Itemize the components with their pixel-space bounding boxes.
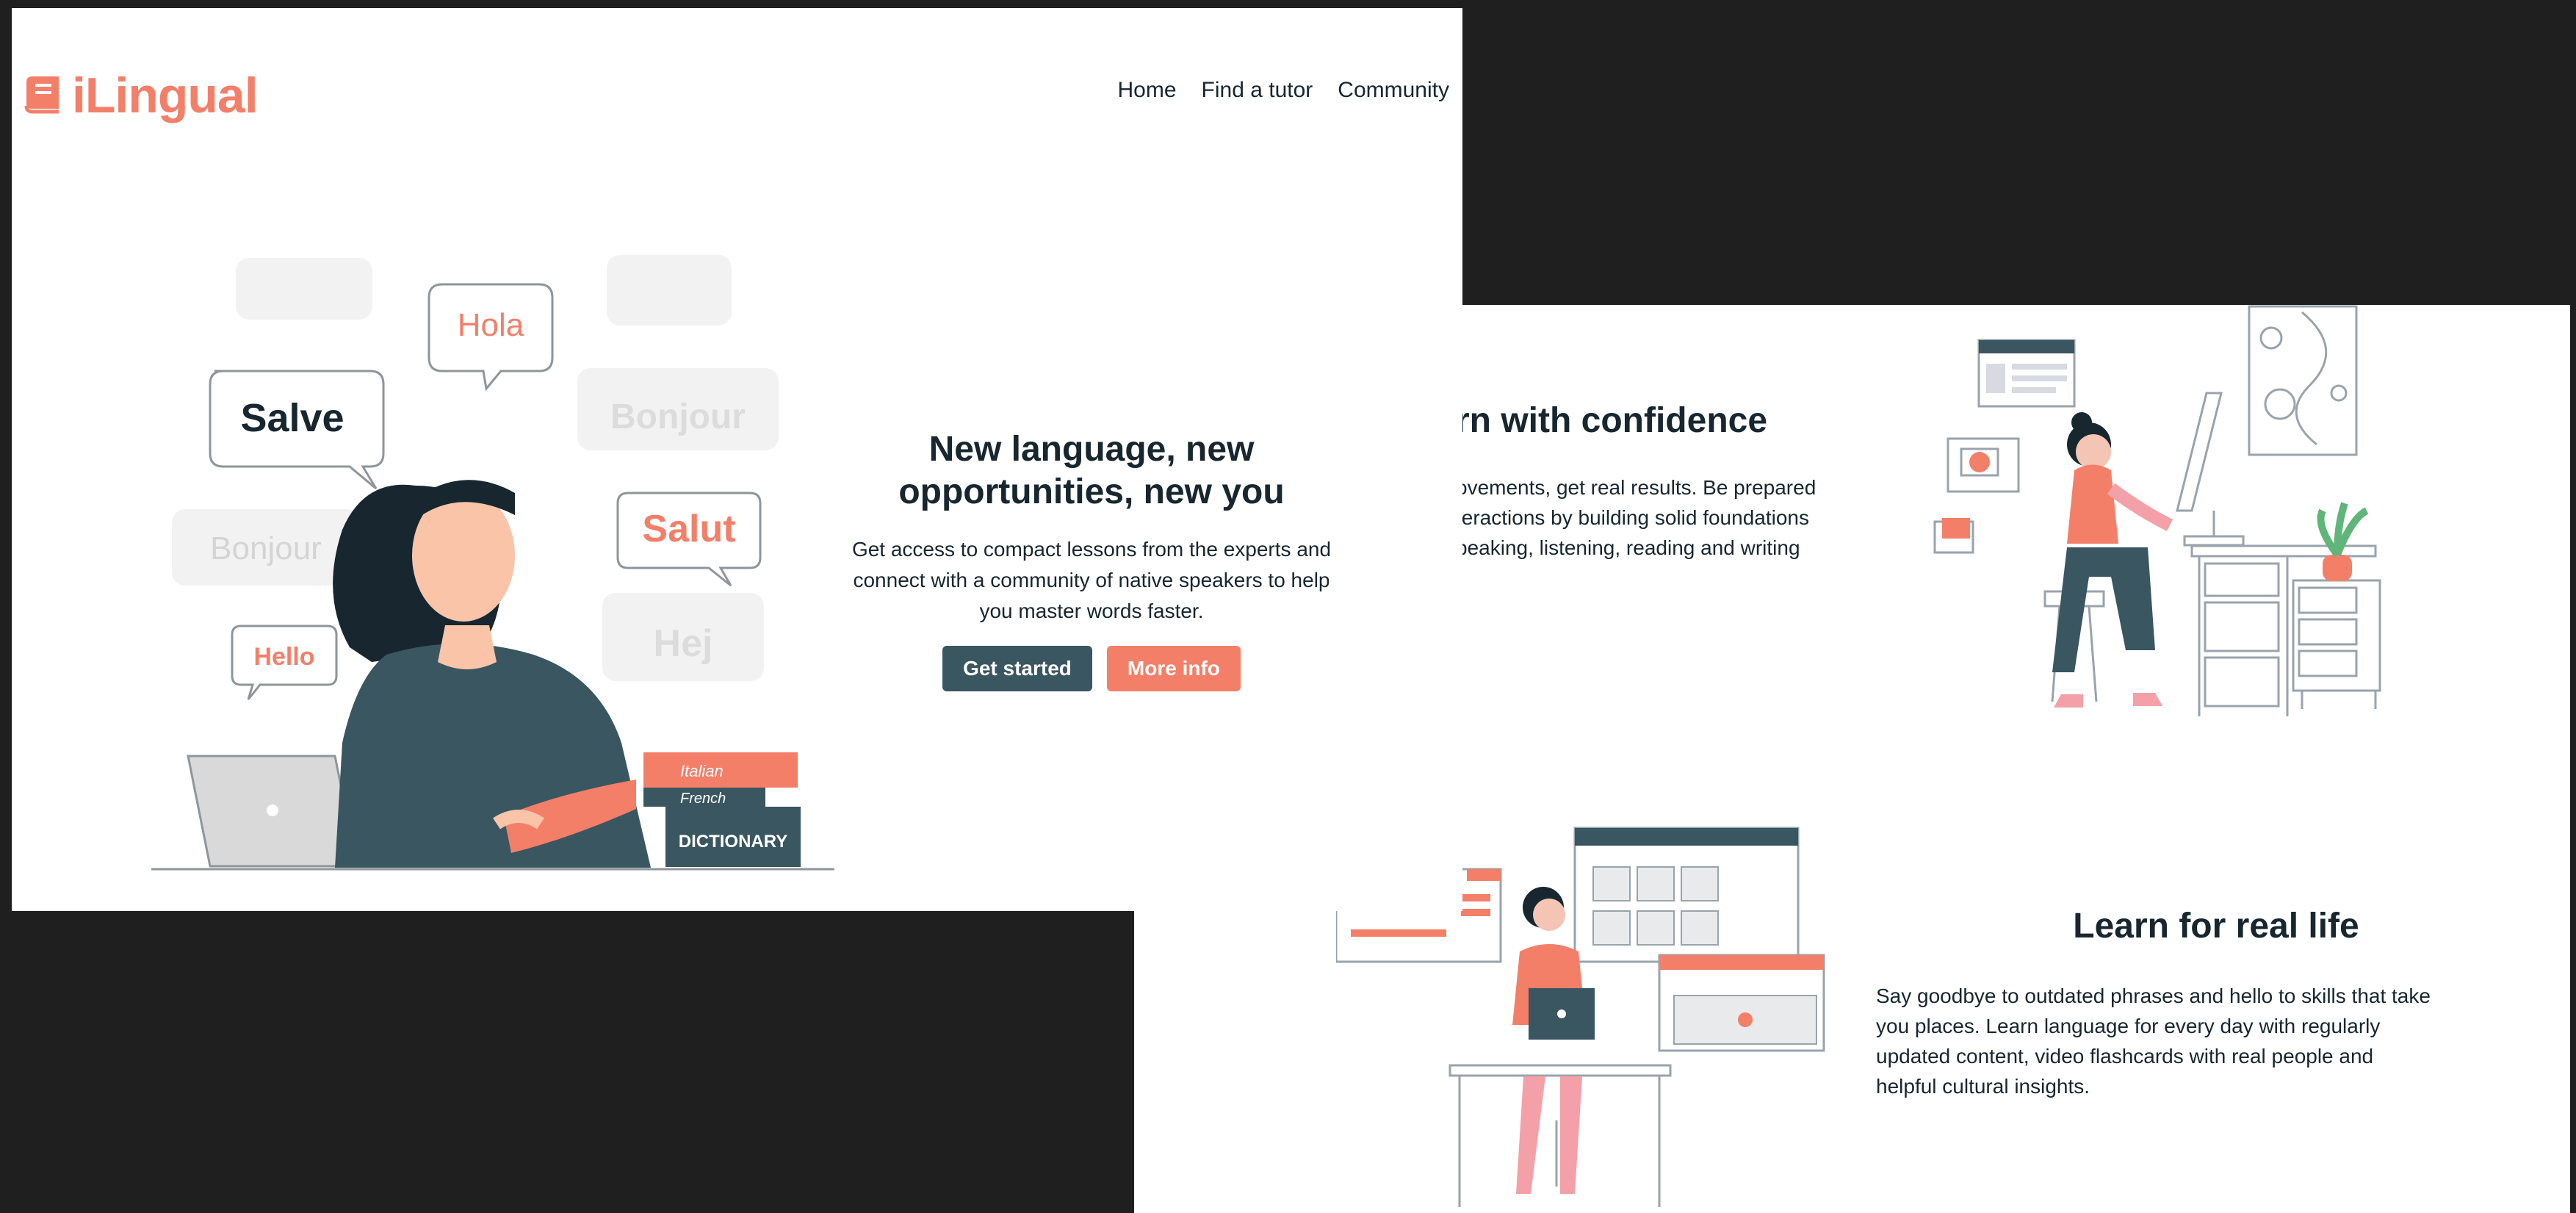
nav-home[interactable]: Home [1118, 78, 1177, 103]
feature-real-life-title: Learn for real life [2073, 907, 2359, 946]
bubble-salut: Salut [642, 508, 735, 550]
feature-confidence-title: rn with confidence [1456, 401, 1768, 440]
book-french: French [680, 791, 726, 807]
book-dictionary: DICTIONARY [679, 832, 787, 852]
hero-title: New language, new opportunities, new you [898, 430, 1285, 511]
main-nav: Home Find a tutor Community [1118, 78, 1449, 103]
nav-find-a-tutor[interactable]: Find a tutor [1202, 78, 1313, 103]
hero-section: New language, new opportunities, new you… [834, 428, 1349, 691]
bubble-hej: Hej [654, 622, 713, 665]
landing-window: iLingual Home Find a tutor Community Bon… [12, 8, 1462, 911]
hero-buttons: Get started More info [834, 646, 1349, 691]
woman-reading-illustration: Bonjour Bonjour Hej Hola Salve Salut Hel… [151, 255, 834, 871]
book-italian: Italian [680, 762, 724, 780]
hero-description: Get access to compact lessons from the e… [851, 538, 1332, 622]
brand-name: iLingual [72, 68, 259, 123]
logo[interactable]: iLingual [22, 67, 259, 124]
bubble-hello: Hello [253, 643, 314, 671]
bubble-hola: Hola [458, 307, 524, 343]
bubble-bonjour-faded: Bonjour [610, 397, 746, 436]
nav-community[interactable]: Community [1338, 78, 1449, 103]
bubble-salve: Salve [240, 396, 344, 440]
bubble-bonjour-left: Bonjour [210, 530, 322, 566]
get-started-button[interactable]: Get started [942, 646, 1092, 691]
more-info-button[interactable]: More info [1106, 646, 1241, 691]
feature-confidence-description: ovements, get real results. Be prepared … [1456, 476, 1816, 559]
feature-real-life-description: Say goodbye to outdated phrases and hell… [1876, 985, 2431, 1098]
woman-at-desk-illustration [1933, 305, 2381, 716]
book-icon [24, 76, 59, 114]
